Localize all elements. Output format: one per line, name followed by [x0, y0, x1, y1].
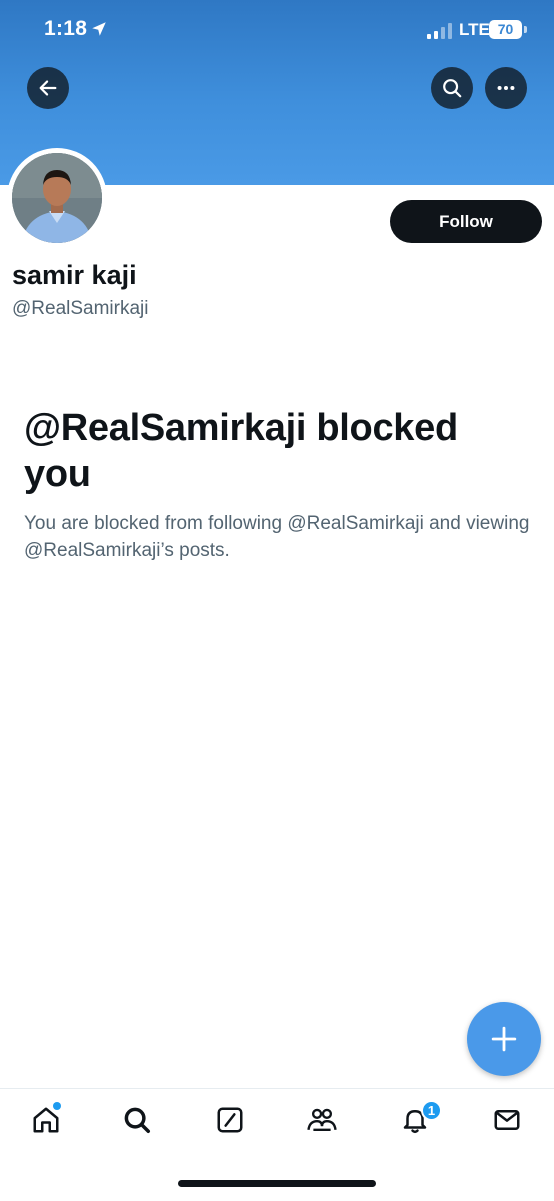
avatar[interactable] [12, 153, 102, 243]
search-button[interactable] [431, 67, 473, 109]
grok-icon [217, 1107, 243, 1133]
user-handle: @RealSamirkaji [12, 298, 149, 319]
battery-indicator: 70 [489, 20, 522, 39]
tab-grok[interactable] [213, 1103, 247, 1137]
avatar-border [7, 148, 107, 248]
search-icon [124, 1107, 150, 1133]
home-new-dot [53, 1102, 61, 1110]
network-type: LTE [459, 20, 490, 39]
plus-icon [491, 1026, 517, 1052]
blocked-title: @RealSamirkaji blocked you [24, 407, 458, 495]
tab-communities[interactable] [305, 1103, 339, 1137]
home-indicator [178, 1180, 376, 1187]
search-icon [443, 79, 462, 98]
notification-badge: 1 [421, 1100, 442, 1121]
more-icon [497, 85, 515, 91]
battery-nub [524, 26, 527, 33]
blocked-description: You are blocked from following @RealSami… [24, 513, 530, 561]
location-arrow-icon [92, 22, 106, 36]
signal-icon [427, 23, 452, 39]
status-time: 1:18 [44, 17, 88, 40]
status-bar: 1:18 LTE 70 [0, 0, 554, 60]
messages-icon [494, 1110, 520, 1130]
compose-button[interactable] [467, 1002, 541, 1076]
avatar-image [12, 153, 102, 243]
back-button[interactable] [27, 67, 69, 109]
arrow-left-icon [39, 80, 57, 96]
tab-search[interactable] [120, 1103, 154, 1137]
more-button[interactable] [485, 67, 527, 109]
display-name: samir kaji [12, 260, 137, 290]
follow-button[interactable]: Follow [390, 200, 542, 243]
tab-messages[interactable] [490, 1103, 524, 1137]
communities-icon [307, 1108, 337, 1132]
